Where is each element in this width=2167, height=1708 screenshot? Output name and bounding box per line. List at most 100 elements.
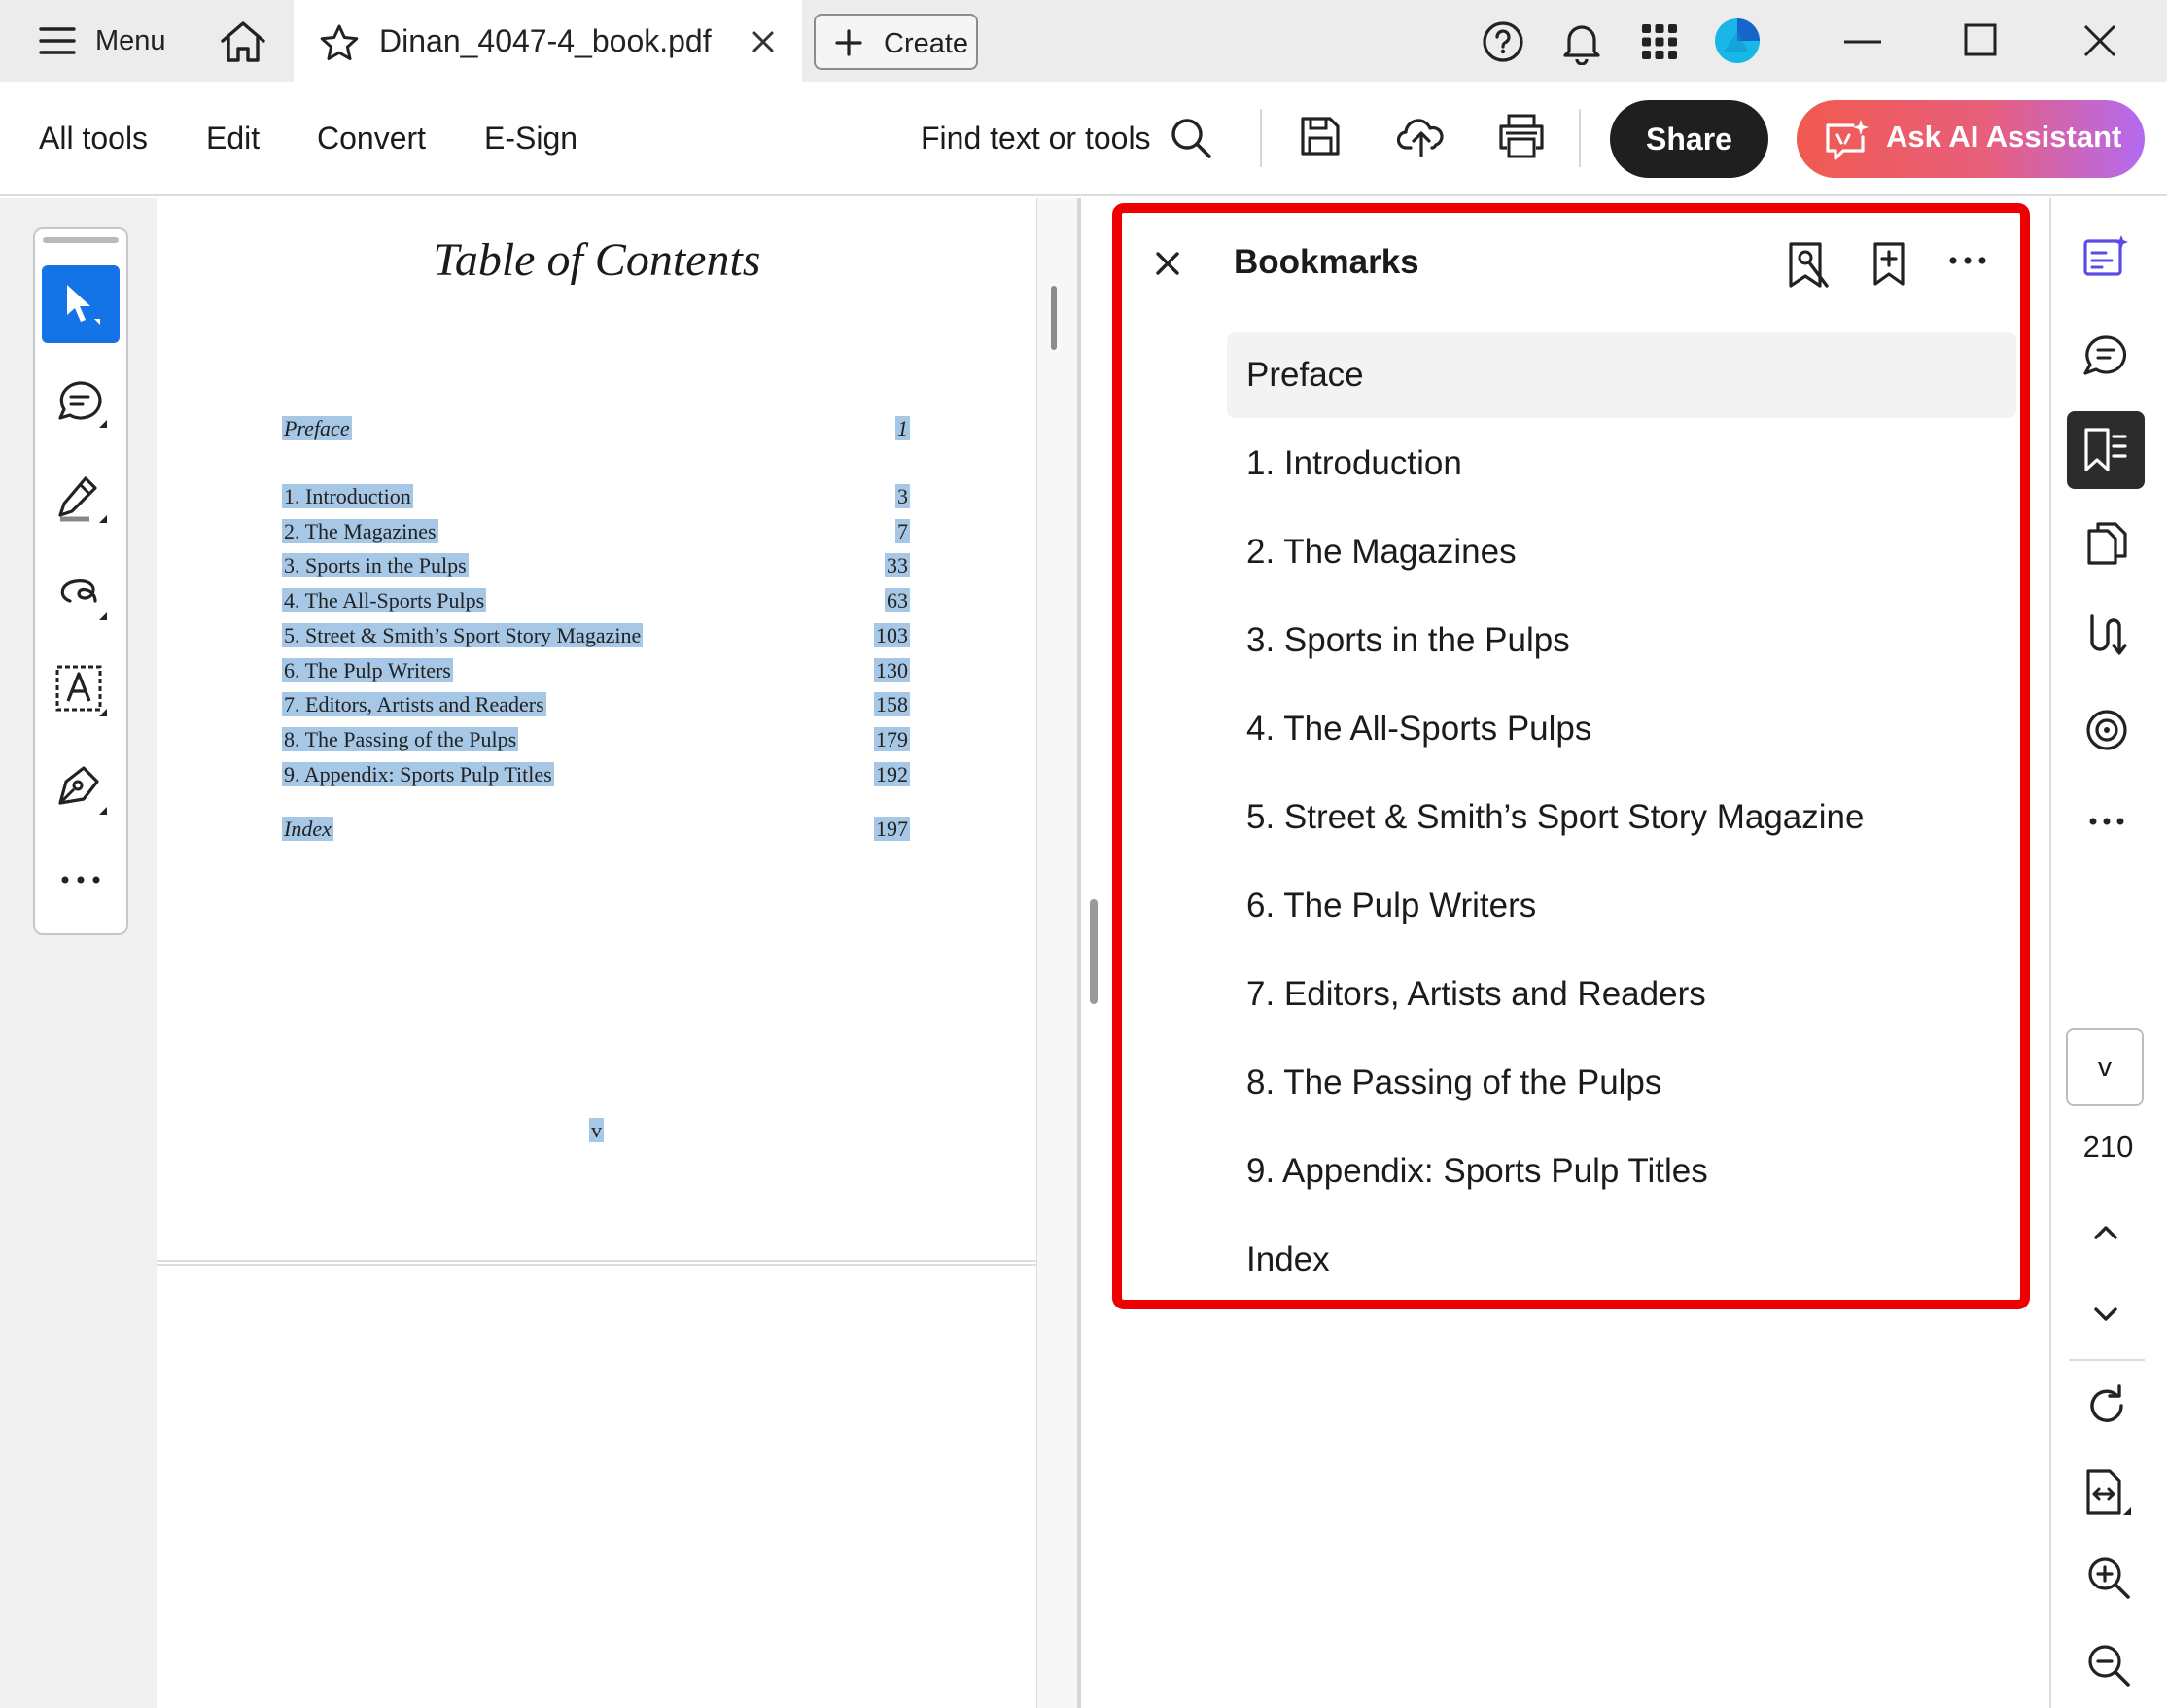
- close-tab-icon[interactable]: [751, 30, 775, 53]
- toc-chapter-entry[interactable]: 8. The Passing of the Pulps: [282, 726, 519, 752]
- save-icon[interactable]: [1299, 115, 1342, 157]
- page-separator: [157, 1260, 1036, 1266]
- bookmark-item[interactable]: 7. Editors, Artists and Readers: [1246, 975, 1706, 1014]
- toc-chapter-entry[interactable]: 1. Introduction: [282, 484, 413, 509]
- toc-chapter-page: 179: [797, 726, 910, 752]
- fit-page-icon[interactable]: [2084, 1468, 2133, 1518]
- current-page-input[interactable]: v: [2066, 1028, 2144, 1106]
- toc-preface-page: 1: [797, 416, 910, 441]
- comments-icon[interactable]: [2082, 334, 2127, 377]
- drag-handle[interactable]: [43, 237, 119, 243]
- star-icon[interactable]: [319, 23, 360, 62]
- bookmarks-rail-button[interactable]: [2067, 411, 2145, 489]
- toc-page-number: 3: [895, 484, 910, 508]
- user-avatar[interactable]: [1714, 17, 1761, 64]
- attachments-clip-icon[interactable]: [2084, 612, 2129, 657]
- ai-summary-icon[interactable]: [2082, 233, 2129, 278]
- toc-chapter-page: 130: [797, 657, 910, 683]
- bookmark-item[interactable]: 8. The Passing of the Pulps: [1246, 1063, 1661, 1102]
- document-scrollbar[interactable]: [1036, 198, 1077, 1708]
- bookmark-search-icon[interactable]: [1787, 241, 1830, 290]
- toc-page-number: 192: [874, 761, 910, 786]
- toc-chapter-page: 158: [797, 692, 910, 717]
- plus-icon: [835, 29, 862, 56]
- add-comment-icon[interactable]: [56, 379, 111, 434]
- share-button[interactable]: Share: [1610, 100, 1768, 178]
- more-panels-icon[interactable]: [2088, 817, 2125, 826]
- bookmark-item[interactable]: 2. The Magazines: [1246, 533, 1517, 572]
- search-icon[interactable]: [1170, 117, 1212, 159]
- bookmark-item[interactable]: 9. Appendix: Sports Pulp Titles: [1246, 1152, 1708, 1191]
- toc-chapter-entry[interactable]: 7. Editors, Artists and Readers: [282, 692, 546, 717]
- previous-page-icon[interactable]: [2093, 1225, 2118, 1240]
- create-button[interactable]: Create: [814, 14, 978, 70]
- bookmark-item[interactable]: Preface: [1246, 356, 1364, 395]
- rotate-view-icon[interactable]: [2086, 1384, 2129, 1427]
- create-label: Create: [884, 28, 969, 59]
- home-icon[interactable]: [219, 19, 267, 64]
- bookmark-item[interactable]: 5. Street & Smith’s Sport Story Magazine: [1246, 798, 1864, 837]
- document-scroll-thumb[interactable]: [1051, 286, 1057, 350]
- toc-preface[interactable]: Preface: [282, 416, 352, 441]
- bookmark-item[interactable]: 6. The Pulp Writers: [1246, 887, 1536, 925]
- pages-thumbnails-icon[interactable]: [2086, 521, 2127, 566]
- next-page-icon[interactable]: [2093, 1307, 2118, 1322]
- toolbar-divider: [1260, 109, 1262, 167]
- menu-edit[interactable]: Edit: [206, 121, 260, 157]
- ask-ai-assistant-button[interactable]: Ask AI Assistant: [1797, 100, 2145, 178]
- toc-chapter-entry[interactable]: 2. The Magazines: [282, 518, 438, 544]
- panel-resize-handle[interactable]: [1090, 899, 1098, 1004]
- text-box-icon[interactable]: [54, 664, 111, 722]
- zoom-out-icon[interactable]: [2086, 1643, 2131, 1688]
- select-tool-button[interactable]: [42, 265, 120, 343]
- hamburger-menu-icon[interactable]: [39, 25, 76, 56]
- toolbar-divider: [1579, 109, 1581, 167]
- layers-target-icon[interactable]: [2084, 708, 2129, 752]
- notifications-bell-icon[interactable]: [1561, 18, 1602, 65]
- more-tools-icon[interactable]: [60, 875, 101, 885]
- tab-title[interactable]: Dinan_4047-4_book.pdf: [379, 23, 712, 59]
- close-panel-icon[interactable]: [1155, 251, 1180, 276]
- highlight-pen-icon[interactable]: [56, 474, 111, 529]
- toc-page-number: 63: [885, 588, 910, 613]
- menu-esign[interactable]: E-Sign: [484, 121, 577, 157]
- freehand-draw-icon[interactable]: [56, 572, 111, 626]
- toc-chapter-entry[interactable]: 9. Appendix: Sports Pulp Titles: [282, 761, 554, 787]
- menu-convert[interactable]: Convert: [317, 121, 426, 157]
- toc-chapter-page: 63: [797, 588, 910, 613]
- toc-chapter-page: 192: [797, 761, 910, 787]
- ai-assistant-icon: [1824, 118, 1870, 162]
- help-icon[interactable]: [1482, 20, 1524, 63]
- toc-chapter-entry[interactable]: 5. Street & Smith’s Sport Story Magazine: [282, 622, 644, 648]
- print-icon[interactable]: [1497, 113, 1546, 159]
- bookmark-item[interactable]: 1. Introduction: [1246, 444, 1462, 483]
- toc-chapter-entry[interactable]: 4. The All-Sports Pulps: [282, 588, 487, 613]
- bookmark-item[interactable]: Index: [1246, 1240, 1330, 1279]
- toc-chapter-title: 8. The Passing of the Pulps: [282, 726, 519, 751]
- toc-preface-title: Preface: [282, 416, 352, 440]
- bookmark-item[interactable]: 3. Sports in the Pulps: [1246, 621, 1570, 660]
- bookmarks-title: Bookmarks: [1234, 243, 1419, 281]
- cursor-arrow-icon: [63, 282, 102, 327]
- find-text-or-tools[interactable]: Find text or tools: [921, 121, 1151, 157]
- toc-index[interactable]: Index: [282, 817, 333, 842]
- toc-page-number: 197: [874, 817, 910, 841]
- folio-text: v: [589, 1118, 604, 1142]
- minimize-window-icon[interactable]: [1844, 39, 1881, 45]
- toc-chapter-title: 1. Introduction: [282, 484, 413, 508]
- apps-grid-icon[interactable]: [1641, 23, 1678, 60]
- close-window-icon[interactable]: [2083, 24, 2116, 57]
- bookmark-item[interactable]: 4. The All-Sports Pulps: [1246, 710, 1591, 749]
- toc-chapter-page: 7: [797, 518, 910, 544]
- menu-all-tools[interactable]: All tools: [39, 121, 148, 157]
- add-bookmark-icon[interactable]: [1871, 241, 1906, 288]
- bookmarks-more-icon[interactable]: [1948, 256, 1987, 265]
- sign-pen-icon[interactable]: [54, 762, 111, 819]
- panel-splitter[interactable]: [1077, 198, 1081, 1708]
- toc-chapter-entry[interactable]: 3. Sports in the Pulps: [282, 553, 469, 578]
- menu-label[interactable]: Menu: [95, 25, 166, 57]
- maximize-window-icon[interactable]: [1964, 23, 1997, 56]
- upload-cloud-icon[interactable]: [1397, 113, 1446, 159]
- zoom-in-icon[interactable]: [2086, 1555, 2131, 1600]
- toc-chapter-entry[interactable]: 6. The Pulp Writers: [282, 657, 453, 683]
